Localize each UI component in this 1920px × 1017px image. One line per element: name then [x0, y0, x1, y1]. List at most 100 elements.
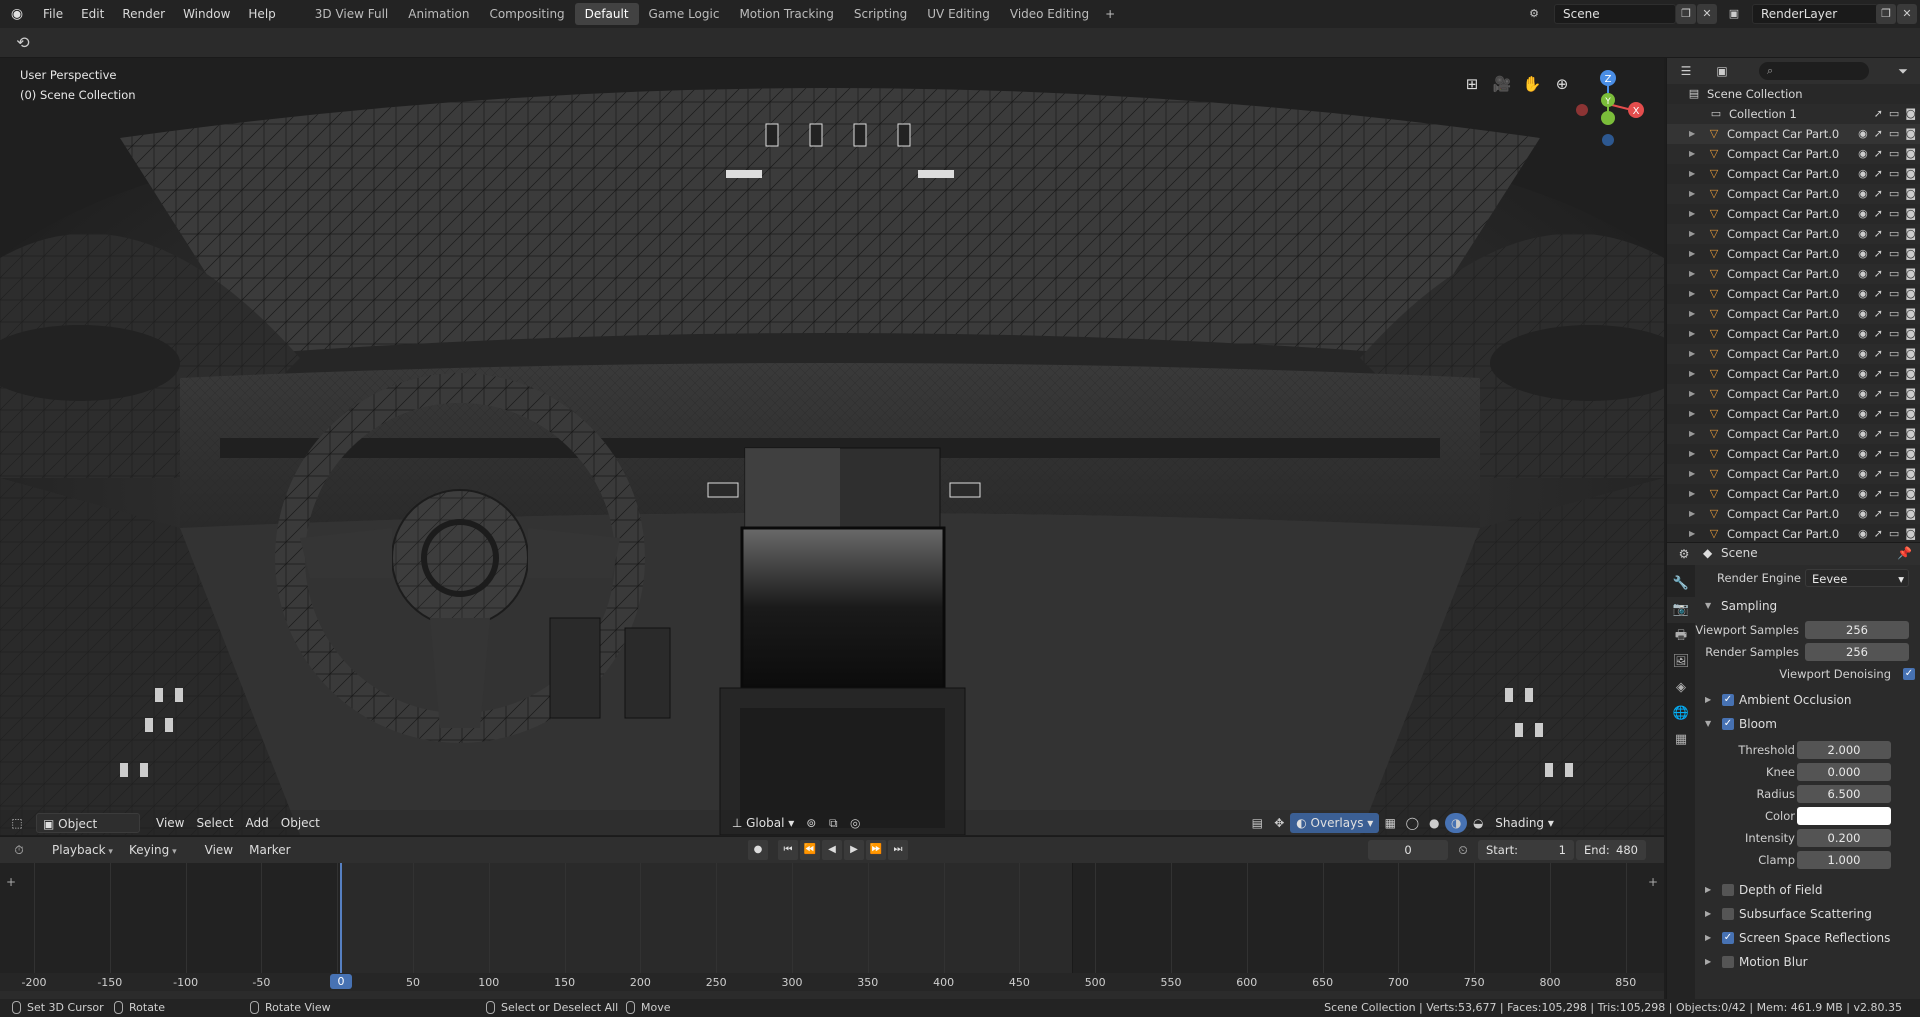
eye-icon[interactable]: ◉: [1858, 424, 1868, 444]
output-tab-icon[interactable]: 🖶: [1667, 623, 1695, 649]
ambient-occlusion-panel-header[interactable]: ▶ ✓ Ambient Occlusion: [1695, 689, 1920, 711]
render-camera-icon[interactable]: ◙: [1905, 264, 1916, 284]
eye-icon[interactable]: ◉: [1858, 304, 1868, 324]
render-camera-icon[interactable]: ◙: [1905, 284, 1916, 304]
select-arrow-icon[interactable]: ➚: [1874, 364, 1883, 384]
expand-arrow-icon[interactable]: ▶: [1689, 444, 1695, 464]
expand-arrow-icon[interactable]: ▶: [1689, 204, 1695, 224]
proportional-edit-icon[interactable]: ◎: [844, 813, 866, 833]
eye-icon[interactable]: ◉: [1858, 124, 1868, 144]
menu-help[interactable]: Help: [239, 0, 284, 28]
select-arrow-icon[interactable]: ➚: [1874, 304, 1883, 324]
expand-arrow-icon[interactable]: ▶: [1689, 524, 1695, 542]
outliner-editor-type-icon[interactable]: ☰: [1675, 61, 1697, 81]
render-camera-icon[interactable]: ◙: [1905, 504, 1916, 524]
eye-icon[interactable]: ◉: [1858, 504, 1868, 524]
menu-select[interactable]: Select: [190, 813, 239, 833]
menu-render[interactable]: Render: [113, 0, 174, 28]
viewport-monitor-icon[interactable]: ▭: [1889, 444, 1899, 464]
outliner-row-object[interactable]: ▶ ▽ Compact Car Part.0 ◉ ➚ ▭ ◙: [1667, 124, 1920, 144]
pin-icon[interactable]: 📌: [1897, 546, 1912, 560]
shading-dropdown[interactable]: Shading ▾: [1489, 813, 1560, 833]
new-layer-icon[interactable]: ❐: [1876, 4, 1896, 24]
gizmo-toggle-icon[interactable]: ✥: [1268, 813, 1290, 833]
eye-icon[interactable]: ◉: [1858, 484, 1868, 504]
intensity-slider[interactable]: 0.200: [1797, 829, 1891, 847]
render-camera-icon[interactable]: ◙: [1905, 104, 1916, 124]
viewport-monitor-icon[interactable]: ▭: [1889, 464, 1899, 484]
viewport-monitor-icon[interactable]: ▭: [1889, 504, 1899, 524]
render-engine-dropdown[interactable]: Eevee ▾: [1805, 569, 1909, 587]
select-arrow-icon[interactable]: ➚: [1874, 464, 1883, 484]
bloom-color-swatch[interactable]: [1797, 807, 1891, 825]
eye-icon[interactable]: ◉: [1858, 384, 1868, 404]
viewport-monitor-icon[interactable]: ▭: [1889, 524, 1899, 542]
view-layer-tab-icon[interactable]: 🖼: [1667, 649, 1695, 675]
eye-icon[interactable]: ◉: [1858, 284, 1868, 304]
expand-arrow-icon[interactable]: ▶: [1689, 424, 1695, 444]
editor-type-icon[interactable]: ⬚: [6, 813, 28, 833]
render-layer-icon[interactable]: ▣: [1724, 4, 1744, 24]
select-arrow-icon[interactable]: ➚: [1874, 284, 1883, 304]
eye-icon[interactable]: ◉: [1858, 144, 1868, 164]
viewport-monitor-icon[interactable]: ▭: [1889, 384, 1899, 404]
sss-checkbox[interactable]: [1722, 908, 1734, 920]
viewport-monitor-icon[interactable]: ▭: [1889, 484, 1899, 504]
timeline-expand-icon[interactable]: +: [6, 875, 16, 889]
outliner-row-object[interactable]: ▶ ▽ Compact Car Part.0 ◉ ➚ ▭ ◙: [1667, 384, 1920, 404]
pan-hand-icon[interactable]: ✋: [1520, 72, 1544, 96]
expand-arrow-icon[interactable]: ▶: [1689, 264, 1695, 284]
scene-name-field[interactable]: Scene: [1554, 4, 1676, 24]
outliner-row-object[interactable]: ▶ ▽ Compact Car Part.0 ◉ ➚ ▭ ◙: [1667, 404, 1920, 424]
bloom-checkbox[interactable]: ✓: [1722, 718, 1734, 730]
radius-slider[interactable]: 6.500: [1797, 785, 1891, 803]
render-camera-icon[interactable]: ◙: [1905, 424, 1916, 444]
motion-blur-checkbox[interactable]: [1722, 956, 1734, 968]
start-frame-field[interactable]: Start: 1: [1478, 840, 1574, 860]
camera-view-icon[interactable]: 🎥: [1490, 72, 1514, 96]
select-arrow-icon[interactable]: ➚: [1874, 104, 1883, 124]
bloom-panel-header[interactable]: ▼ ✓ Bloom: [1695, 713, 1920, 735]
pivot-icon[interactable]: ⊚: [800, 813, 822, 833]
select-arrow-icon[interactable]: ➚: [1874, 344, 1883, 364]
motion-blur-panel-header[interactable]: ▶ Motion Blur: [1695, 951, 1920, 973]
lookdev-shading-icon[interactable]: ◑: [1445, 813, 1468, 833]
viewport-monitor-icon[interactable]: ▭: [1889, 124, 1899, 144]
jump-keyframe-forward-icon[interactable]: ⏩: [866, 840, 886, 860]
outliner-row-object[interactable]: ▶ ▽ Compact Car Part.0 ◉ ➚ ▭ ◙: [1667, 464, 1920, 484]
expand-arrow-icon[interactable]: ▶: [1689, 284, 1695, 304]
sss-panel-header[interactable]: ▶ Subsurface Scattering: [1695, 903, 1920, 925]
marker-menu[interactable]: Marker: [241, 843, 298, 857]
tool-tab-icon[interactable]: 🔧: [1667, 571, 1695, 597]
select-arrow-icon[interactable]: ➚: [1874, 244, 1883, 264]
expand-arrow-icon[interactable]: ▶: [1689, 384, 1695, 404]
properties-editor-type-icon[interactable]: ⚙: [1673, 544, 1695, 564]
outliner-row-object[interactable]: ▶ ▽ Compact Car Part.0 ◉ ➚ ▭ ◙: [1667, 424, 1920, 444]
xray-icon[interactable]: ▦: [1379, 813, 1401, 833]
render-camera-icon[interactable]: ◙: [1905, 244, 1916, 264]
blender-logo-icon[interactable]: ◉: [0, 0, 34, 28]
sampling-panel-header[interactable]: ▼ Sampling: [1695, 595, 1920, 617]
timeline-view-menu[interactable]: View: [197, 843, 241, 857]
transform-tool-icon[interactable]: ⟲: [12, 33, 34, 53]
outliner[interactable]: ☰ ▣ ⌕ ⏷ ▤ Scene Collection ▭ Collection …: [1666, 58, 1920, 542]
end-frame-field[interactable]: End: 480: [1576, 840, 1646, 860]
eye-icon[interactable]: ◉: [1858, 464, 1868, 484]
render-layer-field[interactable]: RenderLayer: [1752, 4, 1878, 24]
outliner-row-scene-collection[interactable]: ▤ Scene Collection: [1667, 84, 1920, 104]
outliner-row-object[interactable]: ▶ ▽ Compact Car Part.0 ◉ ➚ ▭ ◙: [1667, 504, 1920, 524]
outliner-row-object[interactable]: ▶ ▽ Compact Car Part.0 ◉ ➚ ▭ ◙: [1667, 164, 1920, 184]
eye-icon[interactable]: ◉: [1858, 224, 1868, 244]
render-camera-icon[interactable]: ◙: [1905, 124, 1916, 144]
outliner-row-collection[interactable]: ▭ Collection 1 ➚ ▭ ◙: [1667, 104, 1920, 124]
viewport-monitor-icon[interactable]: ▭: [1889, 404, 1899, 424]
texture-tab-icon[interactable]: ▦: [1667, 727, 1695, 753]
render-camera-icon[interactable]: ◙: [1905, 224, 1916, 244]
viewport-monitor-icon[interactable]: ▭: [1889, 224, 1899, 244]
menu-object[interactable]: Object: [275, 813, 326, 833]
delete-scene-icon[interactable]: ✕: [1697, 4, 1717, 24]
viewport-monitor-icon[interactable]: ▭: [1889, 144, 1899, 164]
menu-file[interactable]: File: [34, 0, 72, 28]
keying-menu[interactable]: Keying: [121, 843, 185, 857]
render-camera-icon[interactable]: ◙: [1905, 404, 1916, 424]
